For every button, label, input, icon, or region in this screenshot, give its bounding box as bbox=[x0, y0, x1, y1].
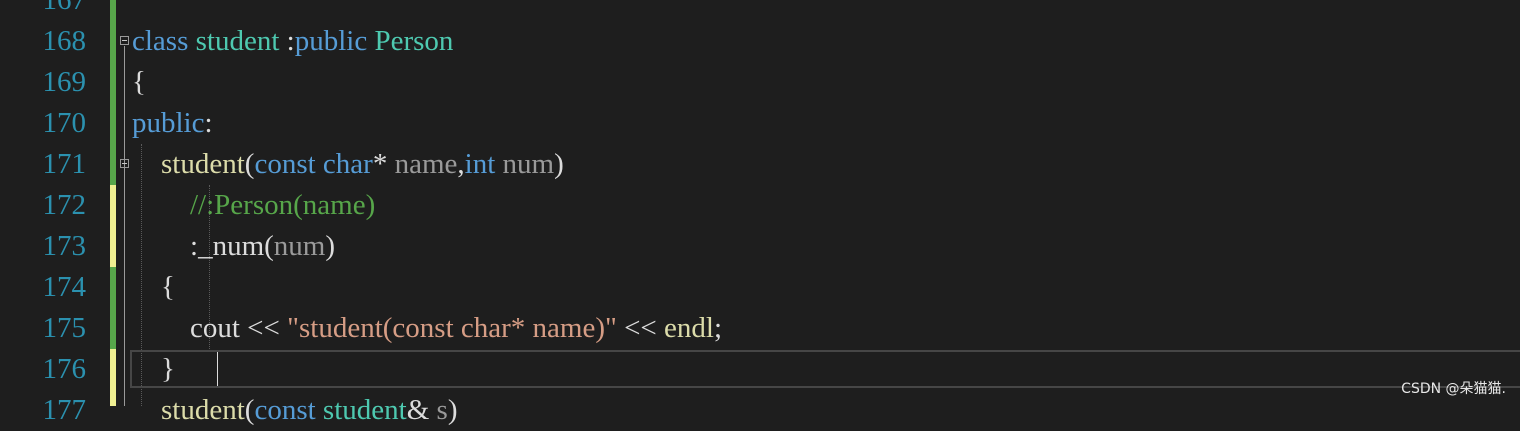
code-token: endl bbox=[664, 312, 714, 344]
code-token: cout << bbox=[132, 312, 288, 344]
code-token: ( bbox=[244, 148, 255, 180]
line-number: 174 bbox=[42, 271, 87, 303]
code-token: char bbox=[322, 148, 373, 180]
code-editor[interactable]: 167 168 169 170 171 172 173 174 175 176 … bbox=[0, 0, 1520, 426]
code-token: student bbox=[161, 394, 245, 426]
code-line[interactable]: student(const student& s) bbox=[132, 390, 457, 431]
code-token: } bbox=[132, 353, 175, 385]
code-token: { bbox=[132, 66, 146, 98]
unsaved-change-marker bbox=[110, 349, 116, 406]
code-line[interactable]: cout << "student(const char* name)" << e… bbox=[132, 308, 722, 349]
code-token: int bbox=[464, 148, 496, 180]
code-line[interactable]: public: bbox=[132, 103, 213, 144]
code-token: ; bbox=[713, 312, 723, 344]
saved-change-marker bbox=[110, 0, 116, 185]
code-token: num bbox=[273, 230, 326, 262]
unsaved-change-marker bbox=[110, 185, 116, 267]
code-token: const bbox=[254, 148, 316, 180]
code-token: student bbox=[195, 25, 280, 57]
code-token: student bbox=[322, 394, 407, 426]
text-caret bbox=[217, 352, 218, 386]
line-number: 169 bbox=[42, 66, 87, 98]
code-line[interactable]: { bbox=[132, 267, 175, 308]
code-line[interactable]: { bbox=[132, 62, 146, 103]
code-token: * bbox=[372, 148, 395, 180]
code-token: s bbox=[436, 394, 448, 426]
code-token: ( bbox=[244, 394, 255, 426]
line-number: 168 bbox=[42, 25, 87, 57]
code-token: << bbox=[616, 312, 665, 344]
code-token: public bbox=[132, 107, 205, 139]
code-token: ) bbox=[554, 148, 564, 180]
code-token: ( bbox=[264, 230, 274, 262]
code-token: num bbox=[502, 148, 555, 180]
code-token: { bbox=[132, 271, 175, 303]
code-token: name bbox=[394, 148, 458, 180]
code-token: class bbox=[132, 25, 189, 57]
line-number: 176 bbox=[42, 353, 87, 385]
code-line[interactable]: class student :public Person bbox=[132, 21, 453, 62]
code-token: ) bbox=[325, 230, 336, 262]
code-token: _num bbox=[198, 230, 265, 262]
collapse-icon[interactable] bbox=[120, 159, 129, 168]
code-line[interactable]: } bbox=[132, 349, 175, 390]
saved-change-marker bbox=[110, 267, 116, 349]
code-token: "student(const char* name)" bbox=[287, 312, 617, 344]
code-line[interactable]: :_num(num) bbox=[132, 226, 335, 267]
code-token: & bbox=[406, 394, 437, 426]
code-token: : bbox=[204, 107, 213, 139]
line-number: 173 bbox=[42, 230, 87, 262]
code-token: : bbox=[132, 230, 199, 262]
code-token: ) bbox=[447, 394, 458, 426]
code-line[interactable]: //:Person(name) bbox=[132, 185, 375, 226]
code-token: Person bbox=[374, 25, 454, 57]
line-number: 167 bbox=[42, 0, 87, 16]
watermark: CSDN @朵猫猫. bbox=[1401, 381, 1506, 397]
code-token: , bbox=[457, 148, 465, 180]
collapse-icon[interactable] bbox=[120, 36, 129, 45]
outline-line bbox=[124, 46, 125, 406]
code-token: //:Person(name) bbox=[190, 189, 376, 221]
line-number-gutter: 167 168 169 170 171 172 173 174 175 176 … bbox=[0, 0, 112, 426]
line-number: 171 bbox=[42, 148, 87, 180]
line-number: 172 bbox=[42, 189, 87, 221]
line-number: 177 bbox=[42, 394, 87, 426]
code-token: : bbox=[279, 25, 295, 57]
code-token: student bbox=[161, 148, 245, 180]
line-number: 175 bbox=[42, 312, 87, 344]
code-token: public bbox=[294, 25, 368, 57]
code-line[interactable]: student(const char* name,int num) bbox=[132, 144, 564, 185]
current-line-highlight bbox=[130, 350, 1520, 388]
code-token: const bbox=[254, 394, 316, 426]
line-number: 170 bbox=[42, 107, 87, 139]
